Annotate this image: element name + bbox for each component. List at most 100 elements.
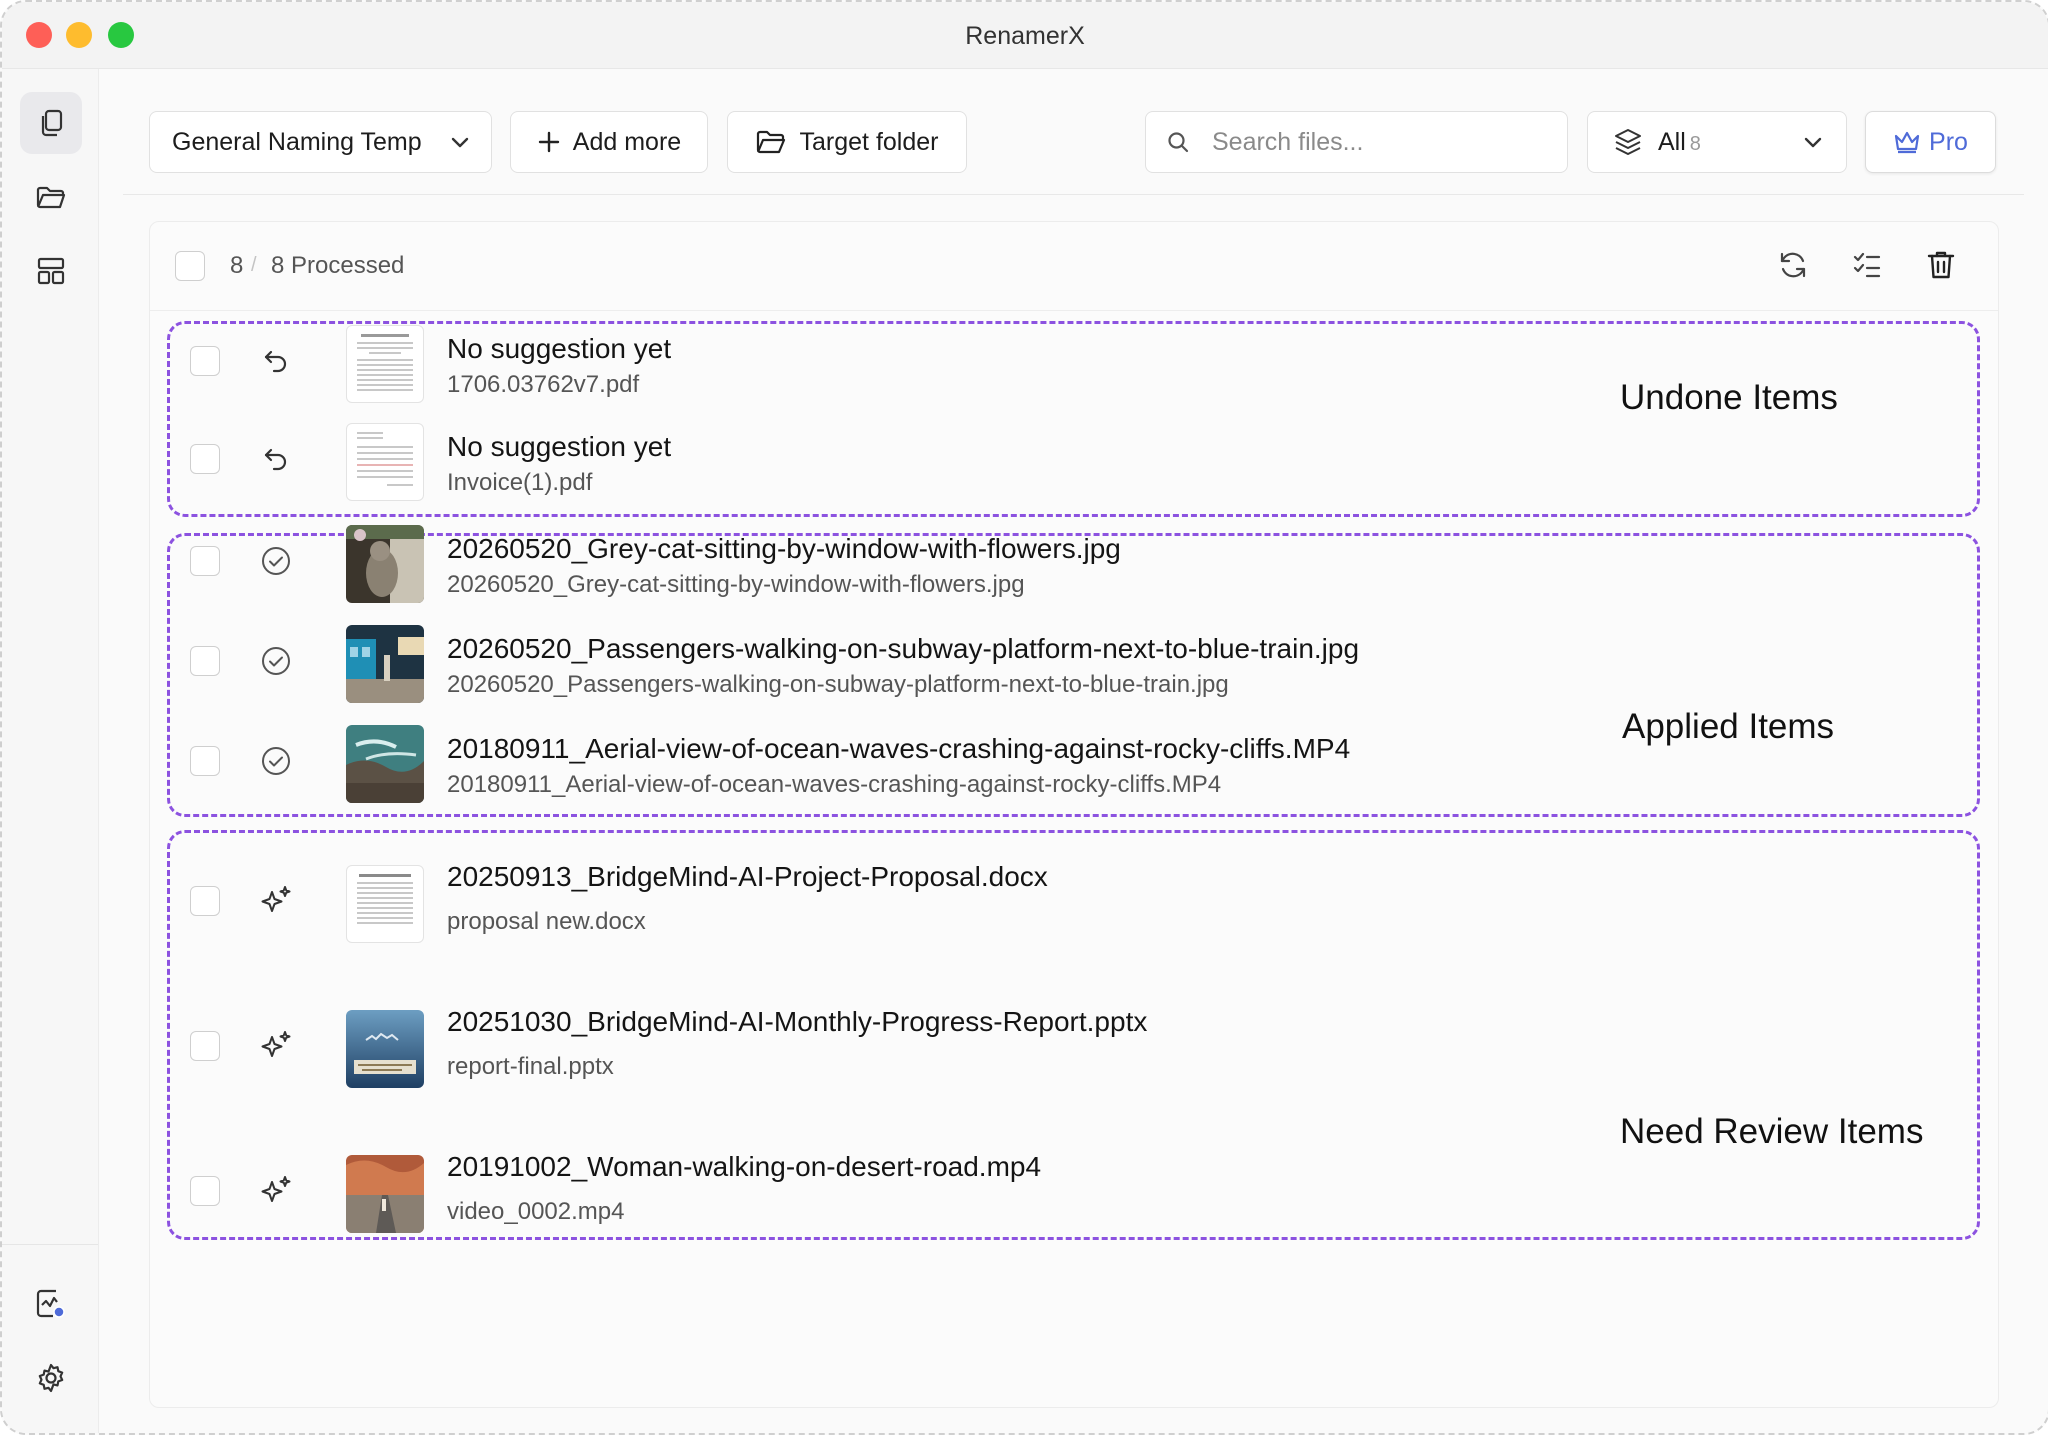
search-placeholder: Search files... [1212,127,1364,156]
file-thumbnail [346,1155,424,1233]
file-thumbnail [346,525,424,603]
check-circle-icon [262,647,290,675]
refresh-button[interactable] [1774,246,1812,284]
file-original-name: 20180911_Aerial-view-of-ocean-waves-cras… [447,771,1222,798]
filter-label: All [1658,127,1686,156]
add-more-label: Add more [572,127,682,156]
row-checkbox[interactable] [190,1176,220,1206]
applied-status [258,743,294,779]
list-item[interactable]: 20250913_BridgeMind-AI-Project-Proposal.… [150,841,1998,961]
list-item[interactable]: 20180911_Aerial-view-of-ocean-waves-cras… [150,708,1998,828]
selected-count: 8 [230,252,244,279]
sidebar-divider [2,1244,98,1245]
file-original-name: 20260520_Grey-cat-sitting-by-window-with… [447,571,1025,598]
crown-icon [1894,131,1920,154]
file-new-name: No suggestion yet [447,431,672,462]
file-original-name: 20260520_Passengers-walking-on-subway-pl… [447,671,1229,698]
row-checkbox[interactable] [190,646,220,676]
row-checkbox[interactable] [190,1031,220,1061]
files-icon [41,109,63,137]
undo-icon [264,350,287,373]
search-input[interactable]: Search files... [1145,111,1568,173]
checklist-icon [1853,252,1881,278]
layout-icon [37,257,65,285]
review-suggestion-button[interactable] [258,883,294,919]
applied-status [258,543,294,579]
toolbar-divider [123,194,2024,195]
file-original-name: Invoice(1).pdf [447,469,593,496]
title-bar: RenamerX [2,2,2048,69]
file-new-name: 20251030_BridgeMind-AI-Monthly-Progress-… [447,1006,1148,1037]
sparkle-icon [261,1176,291,1202]
window-title: RenamerX [965,22,1085,50]
row-checkbox[interactable] [190,546,220,576]
file-new-name: 20191002_Woman-walking-on-desert-road.mp… [447,1151,1042,1182]
file-thumbnail [346,325,424,403]
undo-button[interactable] [258,343,294,379]
file-original-name: video_0002.mp4 [447,1198,625,1225]
review-suggestion-button[interactable] [258,1173,294,1209]
file-list-header: 8 / 8 Processed [150,222,1998,311]
delete-button[interactable] [1922,246,1960,284]
sparkle-icon [261,886,291,912]
plus-icon [538,131,559,153]
applied-status [258,643,294,679]
sidebar-files-button[interactable] [20,92,82,154]
sidebar-settings-button[interactable] [20,1347,82,1409]
sparkle-icon [261,1031,291,1057]
file-new-name: 20250913_BridgeMind-AI-Project-Proposal.… [447,861,1048,892]
file-original-name: proposal new.docx [447,908,646,935]
undo-icon [264,448,287,471]
sidebar [2,69,99,1433]
layers-icon [1615,129,1641,155]
app-window: RenamerX General Naming Temp Add more Ta… [0,0,2048,1435]
file-thumbnail [346,725,424,803]
search-icon [1168,132,1189,153]
file-thumbnail [346,625,424,703]
checklist-button[interactable] [1848,246,1886,284]
folder-icon [36,186,66,209]
check-circle-icon [262,547,290,575]
file-new-name: 20260520_Passengers-walking-on-subway-pl… [447,633,1360,664]
check-circle-icon [262,747,290,775]
naming-template-dropdown[interactable]: General Naming Temp [149,111,492,173]
filter-dropdown[interactable]: All 8 [1587,111,1847,173]
file-new-name: 20260520_Grey-cat-sitting-by-window-with… [447,533,1121,564]
review-suggestion-button[interactable] [258,1028,294,1064]
chevron-down-icon [1804,137,1822,148]
file-thumbnail [346,1010,424,1088]
pro-label: Pro [1929,127,1968,156]
file-original-name: report-final.pptx [447,1053,614,1080]
processed-text: 8 Processed [271,252,405,279]
file-list-panel: 8 / 8 Processed Undone Items Applied Ite… [149,221,1999,1408]
target-folder-button[interactable]: Target folder [727,111,967,173]
row-checkbox[interactable] [190,746,220,776]
list-item[interactable]: 20191002_Woman-walking-on-desert-road.mp… [150,1131,1998,1251]
add-more-button[interactable]: Add more [510,111,708,173]
sidebar-activity-button[interactable] [20,1273,82,1335]
refresh-icon [1780,252,1806,278]
row-checkbox[interactable] [190,444,220,474]
row-checkbox[interactable] [190,886,220,916]
row-checkbox[interactable] [190,346,220,376]
select-all-checkbox[interactable] [175,251,205,281]
activity-icon [36,1289,65,1318]
file-original-name: 1706.03762v7.pdf [447,371,640,398]
list-item[interactable]: 20251030_BridgeMind-AI-Monthly-Progress-… [150,986,1998,1106]
undo-button[interactable] [258,441,294,477]
file-thumbnail [346,423,424,501]
settings-icon [38,1363,64,1393]
file-thumbnail [346,865,424,943]
target-folder-label: Target folder [799,127,939,156]
file-new-name: 20180911_Aerial-view-of-ocean-waves-cras… [447,733,1351,764]
count-separator: / [251,254,257,276]
trash-icon [1927,251,1955,279]
template-label: General Naming Temp [172,127,422,156]
folder-open-icon [756,130,785,154]
sidebar-folder-button[interactable] [20,166,82,228]
sidebar-layout-button[interactable] [20,240,82,302]
main-area: General Naming Temp Add more Target fold… [99,69,2048,1433]
pro-upgrade-button[interactable]: Pro [1865,111,1996,173]
filter-count: 8 [1689,132,1701,155]
chevron-down-icon [451,137,469,148]
